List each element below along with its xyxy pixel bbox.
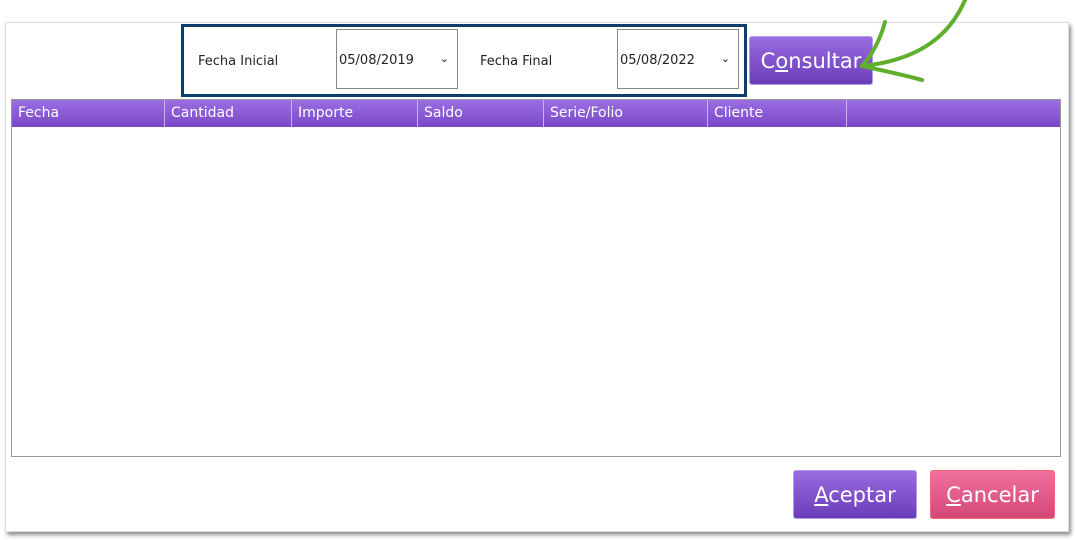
green-arrow-icon xyxy=(860,0,967,82)
